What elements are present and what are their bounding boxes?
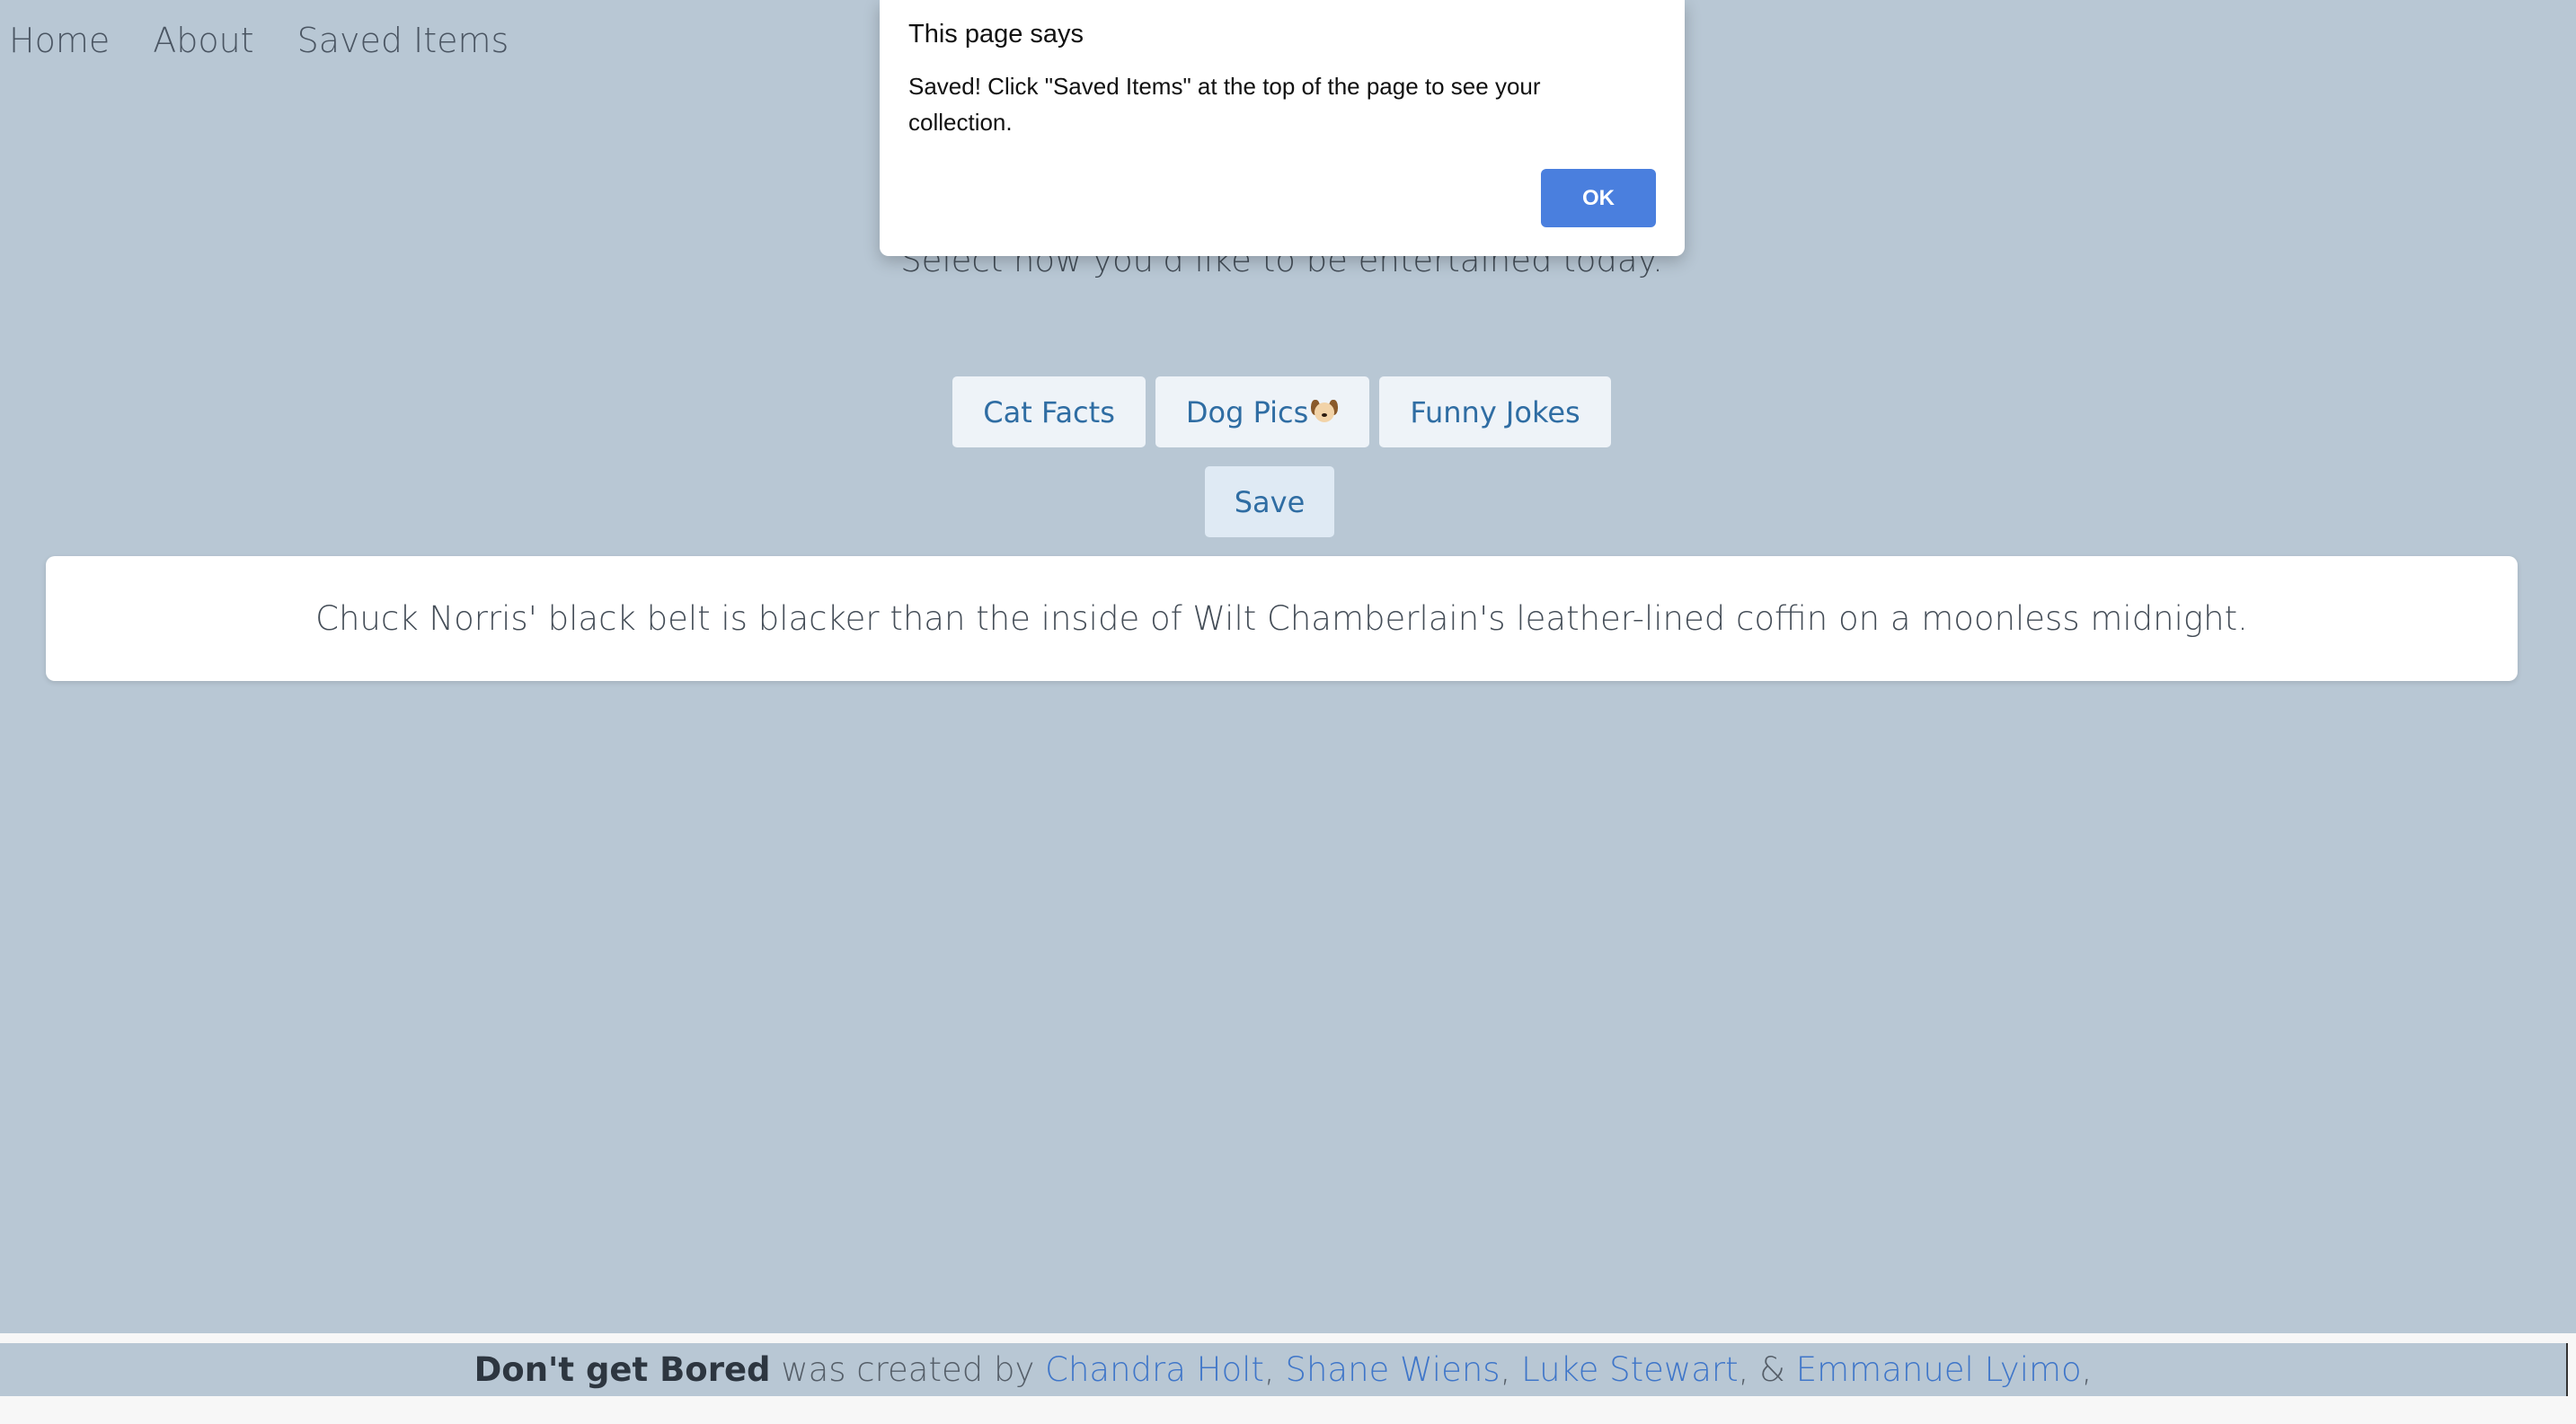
footer-created-by: was created by xyxy=(770,1350,1046,1389)
dialog-message: Saved! Click "Saved Items" at the top of… xyxy=(908,73,1541,136)
nav-home-link[interactable]: Home xyxy=(9,13,110,68)
author-link-luke-stewart[interactable]: Luke Stewart xyxy=(1521,1350,1738,1389)
cat-facts-button[interactable]: Cat Facts xyxy=(952,376,1146,447)
author-link-shane-wiens[interactable]: Shane Wiens xyxy=(1285,1350,1500,1389)
cat-facts-label: Cat Facts xyxy=(983,394,1115,429)
content-text: Chuck Norris' black belt is blacker than… xyxy=(315,599,2248,638)
footer-separator: , xyxy=(1263,1350,1286,1389)
author-link-emmanuel-lyimo[interactable]: Emmanuel Lyimo xyxy=(1796,1350,2082,1389)
dialog-title: This page says xyxy=(908,20,1084,49)
footer: Don't get Bored was created by Chandra H… xyxy=(0,1343,2568,1396)
dialog-ok-button[interactable]: OK xyxy=(1541,169,1656,227)
category-buttons: Cat Facts Dog Pics Funny Jokes xyxy=(0,376,2563,447)
content-card: Chuck Norris' black belt is blacker than… xyxy=(46,556,2518,681)
nav-saved-items-link[interactable]: Saved Items xyxy=(297,13,509,68)
author-link-chandra-holt[interactable]: Chandra Holt xyxy=(1045,1350,1264,1389)
save-row: Save xyxy=(0,466,2539,537)
save-button[interactable]: Save xyxy=(1204,466,1335,537)
footer-separator: , xyxy=(1500,1350,1522,1389)
footer-brand: Don't get Bored xyxy=(474,1350,771,1389)
footer-ampersand: , & xyxy=(1738,1350,1796,1389)
footer-trailing-comma: , xyxy=(2081,1350,2093,1389)
funny-jokes-button[interactable]: Funny Jokes xyxy=(1379,376,1611,447)
dog-pics-button[interactable]: Dog Pics xyxy=(1155,376,1370,447)
funny-jokes-label: Funny Jokes xyxy=(1410,394,1580,429)
nav-about-link[interactable]: About xyxy=(153,13,253,68)
dog-pics-label: Dog Pics xyxy=(1185,394,1309,429)
alert-dialog: This page says Saved! Click "Saved Items… xyxy=(880,0,1685,256)
dog-face-icon xyxy=(1310,398,1339,427)
top-nav: Home About Saved Items xyxy=(0,13,543,68)
